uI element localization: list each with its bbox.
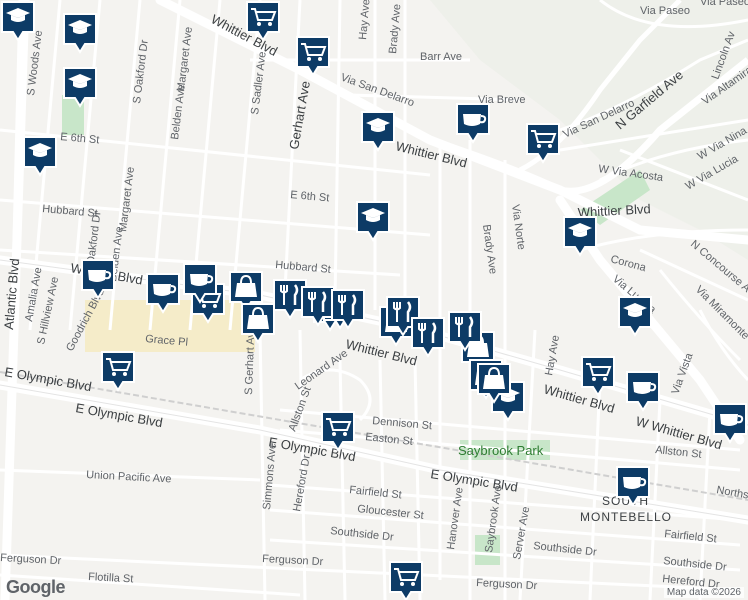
school-marker[interactable]	[0, 0, 36, 44]
coffee-cup-icon	[146, 273, 180, 314]
graduation-cap-icon	[63, 67, 97, 108]
shopping-cart-icon	[581, 356, 615, 397]
area-label: MONTEBELLO	[580, 510, 672, 524]
school-marker[interactable]	[62, 12, 98, 56]
shopping-cart-icon	[296, 36, 330, 77]
shopping-bag-icon	[477, 363, 511, 404]
grocery-marker[interactable]	[245, 0, 281, 44]
coffee-cup-icon	[616, 466, 650, 507]
shopping-bag-icon	[241, 303, 275, 344]
cafe-marker[interactable]	[712, 402, 748, 446]
graduation-cap-icon	[63, 13, 97, 54]
shopping-cart-icon	[321, 411, 355, 452]
coffee-cup-icon	[713, 403, 747, 444]
park-label: Saybrook Park	[458, 443, 544, 458]
fork-knife-icon	[331, 289, 365, 330]
cafe-marker[interactable]	[145, 272, 181, 316]
grocery-marker[interactable]	[295, 35, 331, 79]
cafe-marker[interactable]	[182, 262, 218, 306]
coffee-cup-icon	[456, 103, 490, 144]
restaurant-marker[interactable]	[410, 316, 446, 360]
graduation-cap-icon	[1, 1, 35, 42]
restaurant-marker[interactable]	[330, 288, 366, 332]
street-label: Via Paseo	[640, 5, 690, 17]
map-attribution: Map data ©2026	[663, 587, 744, 598]
shopping-cart-icon	[101, 351, 135, 392]
grocery-marker[interactable]	[100, 350, 136, 394]
shopping-marker[interactable]	[240, 302, 276, 346]
street-label: Barr Ave	[420, 51, 462, 63]
graduation-cap-icon	[356, 201, 390, 242]
street-label: Via Paseo	[700, 0, 748, 8]
restaurant-marker[interactable]	[447, 310, 483, 354]
school-marker[interactable]	[617, 295, 653, 339]
grocery-marker[interactable]	[388, 560, 424, 600]
shopping-cart-icon	[389, 561, 423, 600]
fork-knife-icon	[411, 317, 445, 358]
school-marker[interactable]	[355, 200, 391, 244]
coffee-cup-icon	[626, 371, 660, 412]
cafe-marker[interactable]	[615, 465, 651, 509]
cafe-marker[interactable]	[80, 258, 116, 302]
grocery-marker[interactable]	[320, 410, 356, 454]
graduation-cap-icon	[618, 296, 652, 337]
graduation-cap-icon	[563, 216, 597, 257]
shopping-cart-icon	[526, 123, 560, 164]
school-marker[interactable]	[562, 215, 598, 259]
graduation-cap-icon	[361, 111, 395, 152]
graduation-cap-icon	[23, 136, 57, 177]
grocery-marker[interactable]	[525, 122, 561, 166]
shopping-cart-icon	[246, 1, 280, 42]
fork-knife-icon	[448, 311, 482, 352]
map-canvas[interactable]: Via Paseo Via Paseo Barr Ave Via San Del…	[0, 0, 748, 600]
coffee-cup-icon	[183, 263, 217, 304]
street-label: Flotilla St	[88, 571, 134, 585]
school-marker[interactable]	[62, 66, 98, 110]
coffee-cup-icon	[81, 259, 115, 300]
school-marker[interactable]	[22, 135, 58, 179]
grocery-marker[interactable]	[580, 355, 616, 399]
shopping-marker[interactable]	[476, 362, 512, 406]
google-logo: Google	[6, 577, 66, 597]
school-marker[interactable]	[360, 110, 396, 154]
cafe-marker[interactable]	[455, 102, 491, 146]
cafe-marker[interactable]	[625, 370, 661, 414]
